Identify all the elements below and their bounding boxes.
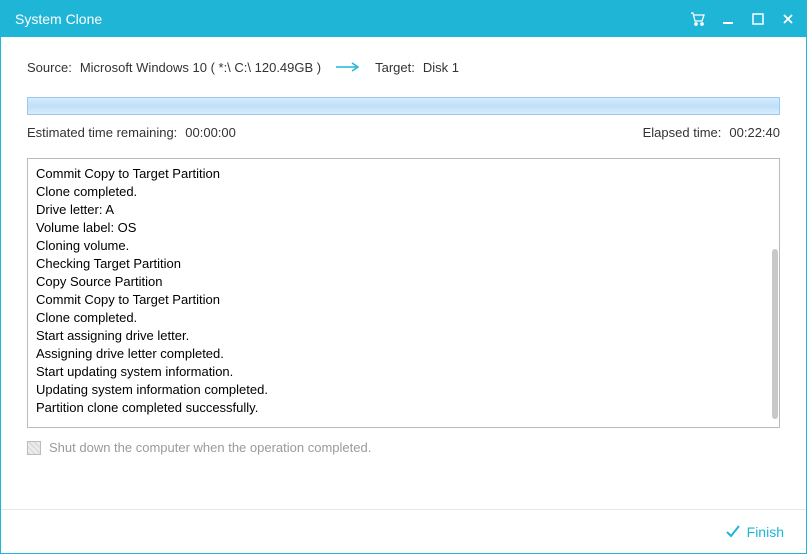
log-line: Drive letter: A (36, 201, 771, 219)
log-line: Commit Copy to Target Partition (36, 291, 771, 309)
log-line: Volume label: OS (36, 219, 771, 237)
log-line: Clone completed. (36, 183, 771, 201)
source-value: Microsoft Windows 10 ( *:\ C:\ 120.49GB … (80, 60, 321, 75)
log-output: Commit Copy to Target PartitionClone com… (27, 158, 780, 428)
arrow-icon (335, 60, 361, 75)
scrollbar-thumb[interactable] (772, 249, 778, 419)
log-line: Start assigning drive letter. (36, 327, 771, 345)
minimize-button[interactable] (720, 11, 736, 27)
elapsed-label: Elapsed time: (643, 125, 722, 140)
close-button[interactable] (780, 11, 796, 27)
target-label: Target: (375, 60, 415, 75)
window: System Clone Source: Microsoft W (0, 0, 807, 554)
elapsed-value: 00:22:40 (729, 125, 780, 140)
log-line: Commit Copy to Target Partition (36, 165, 771, 183)
log-line: Copy Source Partition (36, 273, 771, 291)
log-line: Start updating system information. (36, 363, 771, 381)
footer: Finish (1, 509, 806, 553)
estimated-time: Estimated time remaining: 00:00:00 (27, 125, 236, 140)
shutdown-checkbox[interactable] (27, 441, 41, 455)
estimated-label: Estimated time remaining: (27, 125, 177, 140)
titlebar: System Clone (1, 1, 806, 37)
log-lines: Commit Copy to Target PartitionClone com… (36, 165, 771, 417)
shutdown-row: Shut down the computer when the operatio… (27, 440, 780, 455)
window-controls (690, 11, 796, 27)
finish-button[interactable]: Finish (725, 524, 784, 540)
log-line: Cloning volume. (36, 237, 771, 255)
shutdown-label: Shut down the computer when the operatio… (49, 440, 371, 455)
content: Source: Microsoft Windows 10 ( *:\ C:\ 1… (1, 37, 806, 509)
estimated-value: 00:00:00 (185, 125, 236, 140)
log-line: Checking Target Partition (36, 255, 771, 273)
target-value: Disk 1 (423, 60, 459, 75)
progress-bar (27, 97, 780, 115)
source-target-row: Source: Microsoft Windows 10 ( *:\ C:\ 1… (27, 37, 780, 97)
elapsed-time: Elapsed time: 00:22:40 (643, 125, 780, 140)
log-line: Partition clone completed successfully. (36, 399, 771, 417)
log-line: Clone completed. (36, 309, 771, 327)
window-title: System Clone (15, 11, 690, 27)
log-line: Updating system information completed. (36, 381, 771, 399)
times-row: Estimated time remaining: 00:00:00 Elaps… (27, 125, 780, 140)
cart-icon[interactable] (690, 11, 706, 27)
maximize-button[interactable] (750, 11, 766, 27)
finish-label: Finish (747, 524, 784, 540)
log-line: Assigning drive letter completed. (36, 345, 771, 363)
source-label: Source: (27, 60, 72, 75)
